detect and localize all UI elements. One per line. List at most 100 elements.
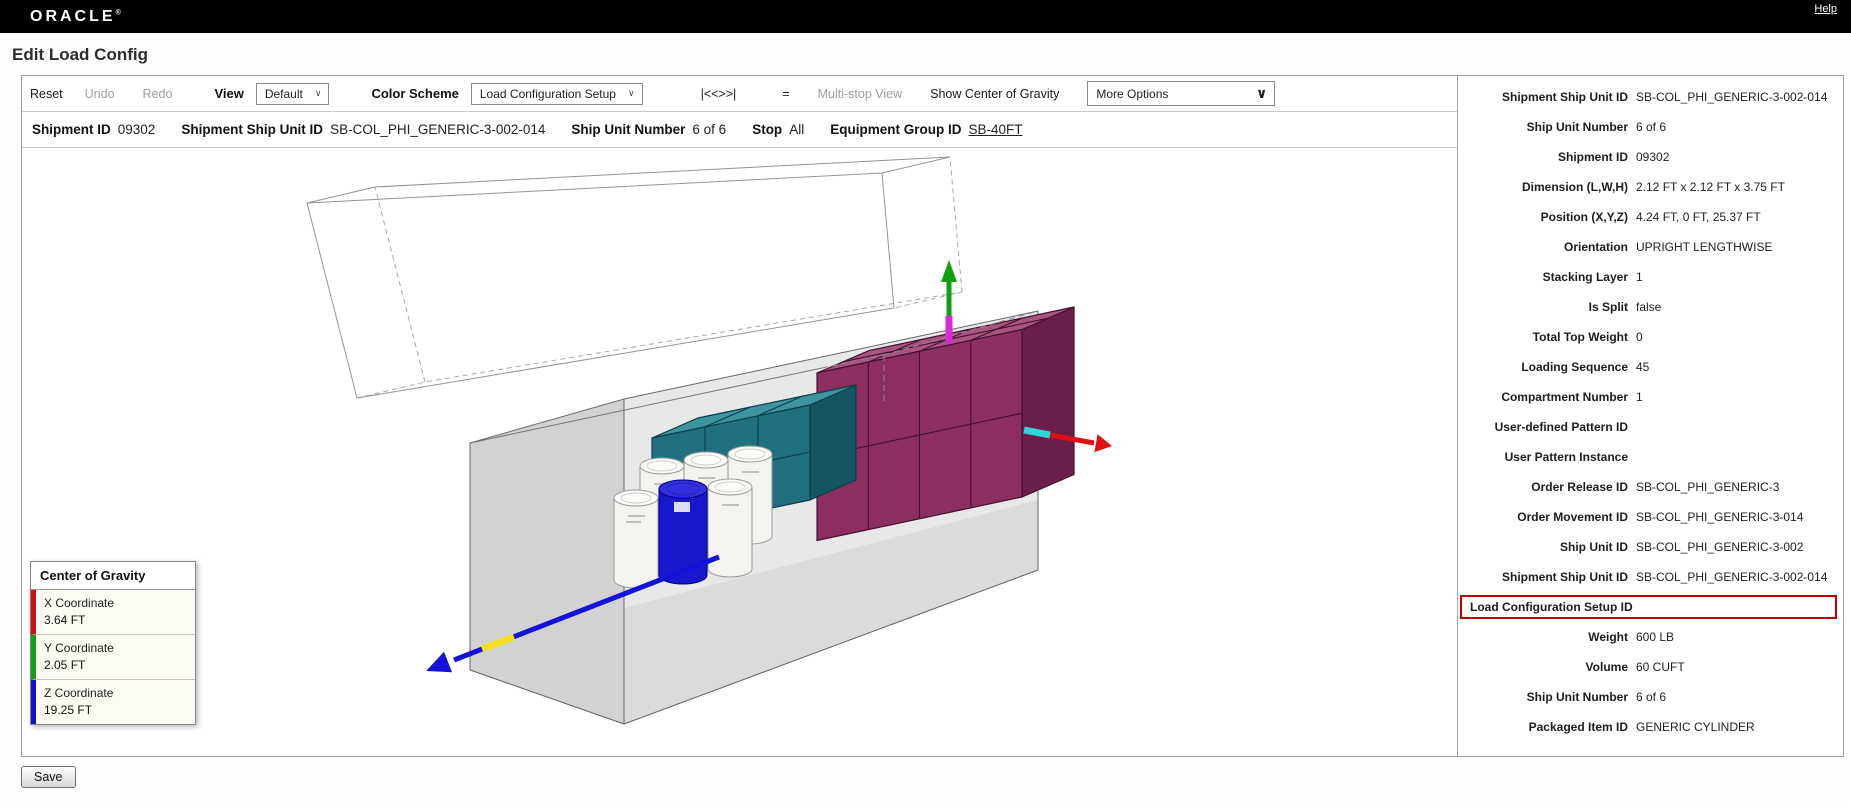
cog-axis-label: Z Coordinate [44, 686, 114, 700]
detail-value: 600 LB [1636, 630, 1675, 644]
undo-button[interactable]: Undo [85, 87, 115, 101]
info-pair: Stop All [752, 122, 804, 137]
registered-mark: ® [115, 9, 121, 17]
detail-row: Shipment ID 09302 [1458, 142, 1843, 172]
page-title: Edit Load Config [12, 45, 148, 64]
detail-label: Volume [1585, 660, 1628, 674]
detail-value: 6 of 6 [1636, 120, 1667, 134]
info-pair: Shipment Ship Unit ID SB-COL_PHI_GENERIC… [181, 122, 545, 137]
detail-label: Shipment Ship Unit ID [1502, 90, 1628, 104]
detail-row: Stacking Layer 1 [1458, 262, 1843, 292]
info-label: Stop [752, 122, 783, 137]
detail-value: false [1636, 300, 1662, 314]
chevron-down-icon: ∨ [1255, 85, 1268, 101]
center-of-gravity-panel: Center of Gravity X Coordinate 3.64 FT Y… [30, 561, 196, 725]
show-center-of-gravity-button[interactable]: Show Center of Gravity [930, 87, 1059, 101]
detail-label: Shipment Ship Unit ID [1502, 570, 1628, 584]
detail-row: Shipment Ship Unit ID SB-COL_PHI_GENERIC… [1458, 562, 1843, 592]
detail-value: 1 [1636, 390, 1643, 404]
detail-row: Position (X,Y,Z) 4.24 FT, 0 FT, 25.37 FT [1458, 202, 1843, 232]
cog-rows: X Coordinate 3.64 FT Y Coordinate 2.05 F… [31, 590, 195, 724]
info-pair: Ship Unit Number 6 of 6 [571, 122, 726, 137]
equals-control[interactable]: = [782, 87, 789, 101]
detail-label: Position (X,Y,Z) [1540, 210, 1628, 224]
detail-label: Compartment Number [1501, 390, 1628, 404]
detail-label: User Pattern Instance [1504, 450, 1628, 464]
view-select-value: Default [264, 86, 303, 101]
oracle-logo: ORACLE® [30, 7, 121, 25]
load-config-frame: Reset Undo Redo View Default ∨ Color Sch… [21, 75, 1844, 757]
step-navigation-buttons[interactable]: |<<>>| [701, 87, 737, 101]
cog-axis-label: Y Coordinate [44, 641, 114, 655]
more-options-value: More Options [1096, 86, 1169, 101]
info-label: Equipment Group ID [830, 122, 962, 137]
cog-panel-title: Center of Gravity [31, 562, 195, 590]
chevron-down-icon: ∨ [627, 88, 635, 98]
load-3d-canvas[interactable]: Center of Gravity X Coordinate 3.64 FT Y… [22, 148, 1457, 756]
detail-value: 6 of 6 [1636, 690, 1667, 704]
cog-axis-value: 3.64 FT [44, 613, 86, 627]
detail-value: SB-COL_PHI_GENERIC-3-014 [1636, 510, 1804, 524]
detail-row: Ship Unit Number 6 of 6 [1458, 682, 1843, 712]
detail-label: Is Split [1588, 300, 1628, 314]
view-select[interactable]: Default ∨ [255, 82, 330, 105]
detail-value: SB-COL_PHI_GENERIC-3-002 [1636, 540, 1804, 554]
detail-row: User Pattern Instance [1458, 442, 1843, 472]
reset-button[interactable]: Reset [30, 87, 63, 101]
detail-value: 2.12 FT x 2.12 FT x 3.75 FT [1636, 180, 1785, 194]
detail-row: Load Configuration Setup ID [1460, 595, 1837, 619]
detail-row: Orientation UPRIGHT LENGTHWISE [1458, 232, 1843, 262]
cog-row: Y Coordinate 2.05 FT [31, 635, 195, 680]
redo-button[interactable]: Redo [143, 87, 173, 101]
info-value: 6 of 6 [692, 122, 727, 137]
detail-value: 45 [1636, 360, 1650, 374]
top-bar: ORACLE® Help [0, 0, 1851, 33]
save-button[interactable]: Save [21, 766, 76, 788]
view-label: View [214, 86, 244, 101]
detail-label: Ship Unit ID [1560, 540, 1628, 554]
chevron-down-icon: ∨ [314, 88, 322, 98]
detail-label: Ship Unit Number [1526, 120, 1628, 134]
cog-axis-value: 19.25 FT [44, 703, 93, 717]
detail-value: 1 [1636, 270, 1643, 284]
cog-axis-label: X Coordinate [44, 596, 115, 610]
load-details-panel: Shipment Ship Unit ID SB-COL_PHI_GENERIC… [1457, 76, 1843, 756]
detail-label: User-defined Pattern ID [1494, 420, 1628, 434]
load-3d-viewport[interactable] [22, 148, 1457, 756]
multi-stop-view-button[interactable]: Multi-stop View [818, 87, 903, 101]
detail-value: SB-COL_PHI_GENERIC-3-002-014 [1636, 90, 1828, 104]
detail-row: Ship Unit Number 6 of 6 [1458, 112, 1843, 142]
help-link[interactable]: Help [1814, 3, 1837, 15]
detail-label: Dimension (L,W,H) [1522, 180, 1628, 194]
info-value: SB-COL_PHI_GENERIC-3-002-014 [330, 122, 546, 137]
info-pair: Shipment ID 09302 [32, 122, 155, 137]
detail-row: Ship Unit ID SB-COL_PHI_GENERIC-3-002 [1458, 532, 1843, 562]
detail-row: Shipment Ship Unit ID SB-COL_PHI_GENERIC… [1458, 82, 1843, 112]
detail-row: Is Split false [1458, 292, 1843, 322]
detail-value: 0 [1636, 330, 1643, 344]
cog-row: Z Coordinate 19.25 FT [31, 680, 195, 724]
detail-row: Volume 60 CUFT [1458, 652, 1843, 682]
color-scheme-select-value: Load Configuration Setup [479, 86, 616, 101]
more-options-select[interactable]: More Options ∨ [1087, 81, 1276, 106]
detail-value: 4.24 FT, 0 FT, 25.37 FT [1636, 210, 1761, 224]
detail-label: Stacking Layer [1542, 270, 1628, 284]
detail-row: Compartment Number 1 [1458, 382, 1843, 412]
detail-value: GENERIC CYLINDER [1636, 720, 1755, 734]
color-scheme-select[interactable]: Load Configuration Setup ∨ [470, 82, 643, 105]
detail-label: Load Configuration Setup ID [1470, 600, 1633, 614]
detail-row: Total Top Weight 0 [1458, 322, 1843, 352]
detail-value: SB-COL_PHI_GENERIC-3 [1636, 480, 1780, 494]
viewer-column: Reset Undo Redo View Default ∨ Color Sch… [22, 76, 1457, 756]
info-pair: Equipment Group ID SB-40FT [830, 122, 1022, 137]
cog-row: X Coordinate 3.64 FT [31, 590, 195, 635]
detail-value: 09302 [1636, 150, 1670, 164]
detail-row: User-defined Pattern ID [1458, 412, 1843, 442]
info-value: 09302 [117, 122, 156, 137]
info-label: Shipment Ship Unit ID [181, 122, 324, 137]
detail-row: Weight 600 LB [1458, 622, 1843, 652]
viewer-toolbar: Reset Undo Redo View Default ∨ Color Sch… [22, 76, 1457, 112]
detail-label: Total Top Weight [1532, 330, 1628, 344]
info-value: All [789, 122, 805, 137]
shipment-info-bar: Shipment ID 09302 Shipment Ship Unit ID … [22, 112, 1457, 148]
